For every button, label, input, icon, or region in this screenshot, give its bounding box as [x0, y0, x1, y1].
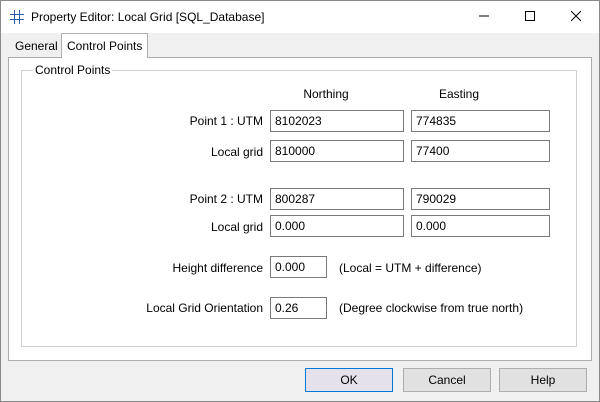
window-title: Property Editor: Local Grid [SQL_Databas…: [31, 10, 265, 24]
point2-utm-northing-input[interactable]: [270, 188, 404, 210]
point1-local-label: Local grid: [210, 145, 263, 159]
grid-icon: [10, 10, 24, 24]
point2-local-label: Local grid: [210, 220, 263, 234]
group-legend: Control Points: [33, 63, 113, 77]
northing-header: Northing: [303, 87, 349, 101]
tab-general[interactable]: General: [10, 36, 60, 58]
point2-utm-label: Point 2 : UTM: [189, 192, 263, 206]
orientation-input[interactable]: [270, 297, 327, 319]
minimize-button[interactable]: [461, 1, 507, 33]
help-button[interactable]: Help: [499, 368, 587, 392]
point1-utm-northing-input[interactable]: [270, 110, 404, 132]
point2-local-northing-input[interactable]: [270, 215, 404, 237]
point2-utm-easting-input[interactable]: [411, 188, 550, 210]
point1-local-northing-input[interactable]: [270, 140, 404, 162]
cancel-button[interactable]: Cancel: [403, 368, 491, 392]
orientation-hint: (Degree clockwise from true north): [339, 301, 524, 315]
close-icon: [570, 10, 582, 24]
tab-control-points[interactable]: Control Points: [61, 33, 148, 58]
point1-local-easting-input[interactable]: [411, 140, 550, 162]
point2-local-easting-input[interactable]: [411, 215, 550, 237]
dialog-window: Property Editor: Local Grid [SQL_Databas…: [0, 0, 600, 402]
close-button[interactable]: [553, 1, 599, 33]
point1-utm-easting-input[interactable]: [411, 110, 550, 132]
maximize-icon: [525, 10, 535, 24]
height-difference-label: Height difference: [172, 261, 263, 275]
ok-button[interactable]: OK: [305, 368, 393, 392]
orientation-label: Local Grid Orientation: [146, 301, 263, 315]
height-difference-input[interactable]: [270, 256, 327, 278]
title-bar[interactable]: Property Editor: Local Grid [SQL_Databas…: [1, 1, 599, 33]
maximize-button[interactable]: [507, 1, 553, 33]
height-difference-hint: (Local = UTM + difference): [339, 261, 482, 275]
easting-header: Easting: [438, 87, 480, 101]
point1-utm-label: Point 1 : UTM: [189, 114, 263, 128]
minimize-icon: [479, 10, 489, 24]
